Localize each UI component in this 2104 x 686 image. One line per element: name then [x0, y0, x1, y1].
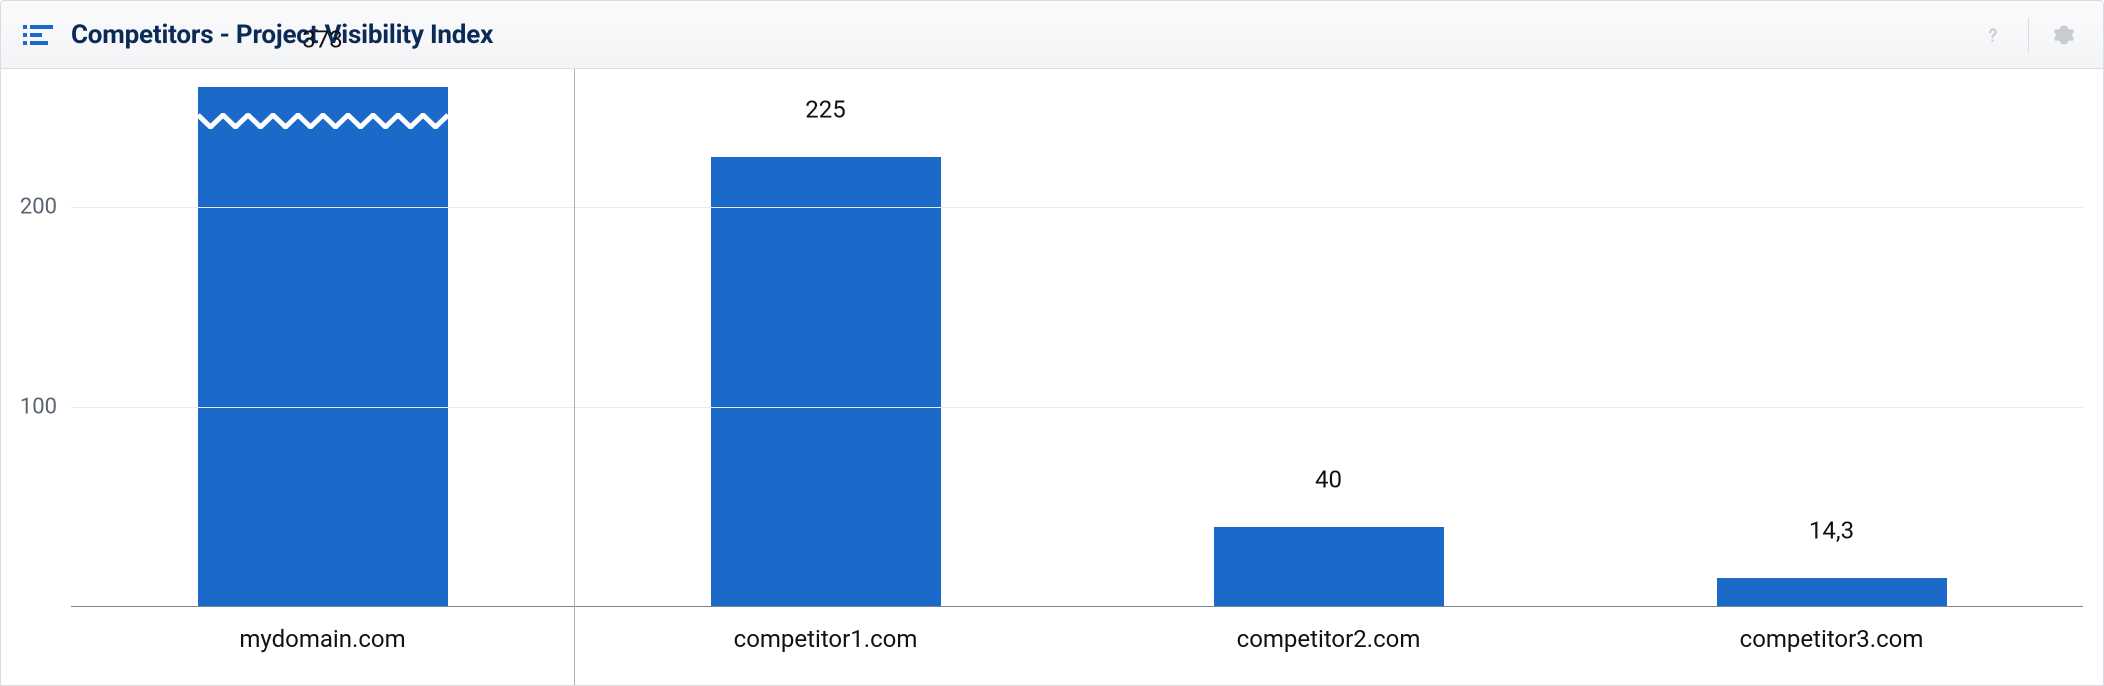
chart-cell: 225 — [574, 87, 1077, 607]
competitors-visibility-widget: Competitors - Project Visibility Index 3… — [0, 0, 2104, 686]
gear-icon[interactable] — [2047, 18, 2081, 52]
y-tick-label: 200 — [20, 195, 71, 220]
chart-cell: 40 — [1077, 87, 1580, 607]
bar: 373 — [198, 87, 448, 607]
bar-value-label: 14,3 — [1809, 517, 1854, 545]
x-axis-label: competitor1.com — [574, 607, 1077, 653]
x-axis-label: competitor2.com — [1077, 607, 1580, 653]
bar: 14,3 — [1717, 578, 1947, 607]
y-gridline — [71, 407, 2083, 408]
header-actions — [1976, 1, 2081, 68]
axis-break-icon — [198, 113, 448, 129]
help-icon[interactable] — [1976, 18, 2010, 52]
y-gridline — [71, 207, 2083, 208]
bar-value-label: 225 — [805, 95, 845, 123]
chart-cell: 373 — [71, 87, 574, 607]
x-axis-label: mydomain.com — [71, 607, 574, 653]
bar: 225 — [711, 157, 941, 607]
bar-value-label: 40 — [1315, 465, 1342, 493]
chart-area: 3732254014,3 100200 mydomain.comcompetit… — [1, 69, 2103, 685]
y-tick-label: 100 — [20, 395, 71, 420]
chart-cell: 14,3 — [1580, 87, 2083, 607]
bar-chart-icon — [23, 23, 53, 47]
first-column-separator — [574, 69, 575, 685]
x-axis-label: competitor3.com — [1580, 607, 2083, 653]
bars-row: 373 225 40 14,3 — [71, 87, 2083, 607]
x-axis-labels: mydomain.comcompetitor1.comcompetitor2.c… — [71, 607, 2083, 685]
bar-value-label: 373 — [302, 25, 342, 53]
bar: 40 — [1214, 527, 1444, 607]
plot-area: 3732254014,3 100200 — [71, 87, 2083, 607]
widget-title: Competitors - Project Visibility Index — [71, 20, 493, 50]
divider — [2028, 18, 2029, 52]
